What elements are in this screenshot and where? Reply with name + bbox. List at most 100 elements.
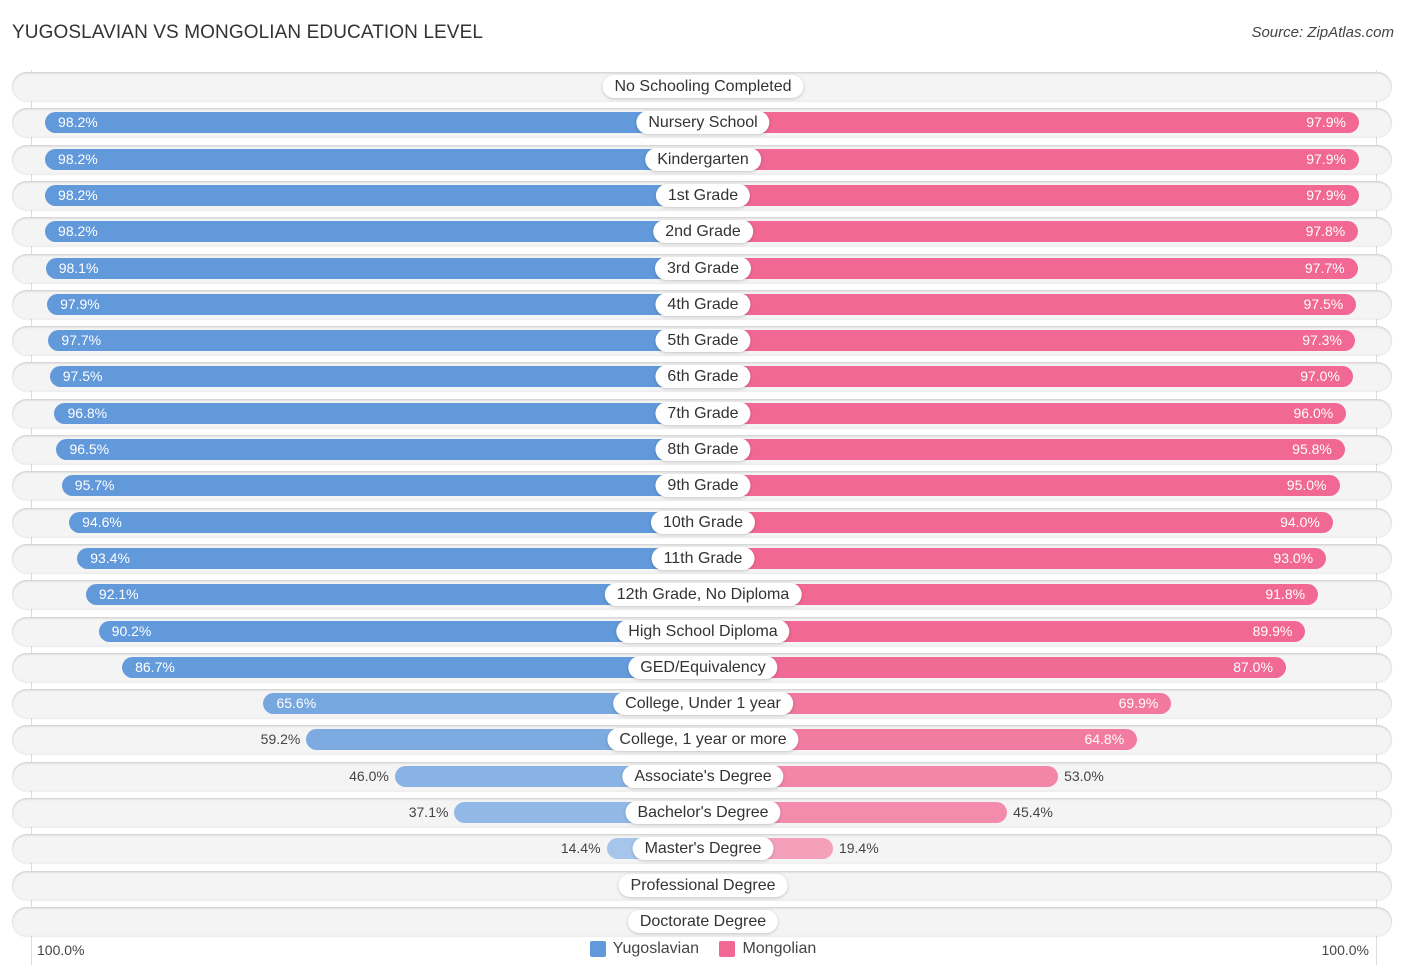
value-label-yugoslavian: 98.1%: [58, 259, 99, 276]
category-label: Associate's Degree: [622, 764, 784, 788]
value-label-mongolian: 91.8%: [1265, 586, 1306, 603]
value-label-mongolian: 97.9%: [1306, 114, 1346, 131]
value-label-yugoslavian: 98.2%: [58, 223, 98, 240]
bar-mongolian[interactable]: [703, 330, 1355, 352]
legend-swatch-yugoslavian: [589, 941, 606, 957]
category-label: GED/Equivalency: [628, 655, 778, 679]
category-label: Bachelor's Degree: [625, 801, 781, 824]
value-label-mongolian: 97.0%: [1300, 368, 1340, 385]
bar-mongolian[interactable]: [703, 293, 1357, 315]
category-label: Kindergarten: [645, 147, 761, 171]
legend: Yugoslavian Mongolian: [0, 940, 1406, 962]
bar-yugoslavian[interactable]: [45, 148, 703, 170]
bar-mongolian[interactable]: [703, 402, 1347, 424]
category-label: No Schooling Completed: [602, 75, 804, 98]
value-label-yugoslavian: 37.1%: [408, 804, 449, 820]
value-label-yugoslavian: 96.5%: [69, 441, 110, 457]
bar-yugoslavian[interactable]: [122, 656, 703, 678]
value-label-mongolian: 97.5%: [1303, 295, 1344, 312]
value-label-mongolian: 97.8%: [1305, 223, 1346, 240]
category-label: 12th Grade, No Diploma: [604, 583, 802, 607]
value-label-yugoslavian: 98.2%: [58, 114, 98, 131]
value-label-yugoslavian: 97.7%: [61, 332, 102, 349]
value-label-mongolian: 97.7%: [1304, 259, 1345, 276]
bar-mongolian[interactable]: [703, 511, 1333, 533]
value-label-mongolian: 53.0%: [1064, 767, 1104, 784]
category-label: Doctorate Degree: [627, 909, 779, 933]
legend-label-yugoslavian: Yugoslavian: [612, 940, 699, 957]
bar-mongolian[interactable]: [703, 112, 1359, 134]
bar-yugoslavian[interactable]: [56, 439, 703, 460]
bar-mongolian[interactable]: [703, 620, 1306, 642]
bar-mongolian[interactable]: [703, 221, 1359, 243]
bar-yugoslavian[interactable]: [69, 511, 703, 533]
value-label-mongolian: 45.4%: [1013, 804, 1053, 820]
value-label-mongolian: 97.9%: [1306, 150, 1346, 167]
bar-mongolian[interactable]: [703, 184, 1359, 206]
bar-yugoslavian[interactable]: [48, 330, 703, 352]
bar-mongolian[interactable]: [703, 366, 1353, 388]
value-label-mongolian: 97.3%: [1302, 332, 1342, 349]
category-label: 2nd Grade: [653, 220, 753, 244]
category-label: 3rd Grade: [654, 256, 752, 280]
category-label: 7th Grade: [655, 401, 751, 425]
category-label: 10th Grade: [650, 510, 756, 534]
bar-yugoslavian[interactable]: [45, 257, 703, 279]
bar-mongolian[interactable]: [703, 475, 1340, 497]
bar-yugoslavian[interactable]: [45, 221, 703, 243]
value-label-mongolian: 64.8%: [1084, 731, 1125, 748]
value-label-mongolian: 69.9%: [1118, 695, 1159, 712]
bar-yugoslavian[interactable]: [47, 293, 703, 315]
value-label-mongolian: 96.0%: [1293, 404, 1334, 421]
bar-yugoslavian[interactable]: [54, 402, 703, 424]
bar-mongolian[interactable]: [703, 148, 1359, 170]
value-label-yugoslavian: 92.1%: [98, 586, 139, 603]
value-label-yugoslavian: 86.7%: [135, 658, 175, 675]
category-label: College, 1 year or more: [607, 728, 799, 752]
value-label-yugoslavian: 98.2%: [58, 186, 98, 203]
value-label-yugoslavian: 94.6%: [82, 513, 122, 530]
bar-yugoslavian[interactable]: [61, 475, 703, 497]
value-label-yugoslavian: 98.2%: [58, 150, 98, 167]
legend-swatch-mongolian: [719, 941, 736, 957]
value-label-mongolian: 19.4%: [838, 840, 879, 857]
value-label-mongolian: 89.9%: [1252, 622, 1293, 639]
value-label-yugoslavian: 14.4%: [560, 840, 601, 857]
value-label-yugoslavian: 93.4%: [90, 549, 130, 566]
value-label-mongolian: 94.0%: [1280, 513, 1320, 530]
value-label-mongolian: 87.0%: [1233, 658, 1273, 675]
value-label-yugoslavian: 46.0%: [349, 767, 389, 784]
category-label: Nursery School: [636, 111, 770, 135]
category-label: 6th Grade: [655, 365, 751, 389]
bar-yugoslavian[interactable]: [45, 184, 703, 206]
bar-mongolian[interactable]: [703, 656, 1286, 678]
category-label: College, Under 1 year: [613, 692, 793, 716]
category-label: 11th Grade: [651, 546, 755, 570]
value-label-yugoslavian: 97.5%: [62, 368, 103, 385]
legend-item-mongolian[interactable]: Mongolian: [719, 940, 816, 958]
value-label-mongolian: 95.0%: [1286, 477, 1327, 494]
category-label: 1st Grade: [655, 183, 751, 207]
chart-title: YUGOSLAVIAN VS MONGOLIAN EDUCATION LEVEL: [12, 22, 484, 43]
value-label-mongolian: 95.8%: [1292, 441, 1332, 457]
value-label-yugoslavian: 96.8%: [67, 404, 108, 421]
bar-mongolian[interactable]: [703, 439, 1345, 460]
bar-yugoslavian[interactable]: [77, 547, 703, 569]
legend-label-mongolian: Mongolian: [742, 940, 817, 957]
value-label-yugoslavian: 97.9%: [60, 295, 100, 312]
category-label: Master's Degree: [632, 837, 774, 861]
value-label-mongolian: 97.9%: [1306, 186, 1346, 203]
value-label-mongolian: 93.0%: [1273, 549, 1314, 566]
category-label: Professional Degree: [618, 873, 788, 897]
bar-mongolian[interactable]: [703, 547, 1327, 569]
category-label: High School Diploma: [616, 619, 790, 643]
value-label-yugoslavian: 95.7%: [74, 477, 115, 494]
bar-yugoslavian[interactable]: [49, 366, 703, 388]
bar-yugoslavian[interactable]: [45, 112, 703, 134]
value-label-yugoslavian: 90.2%: [111, 622, 152, 639]
category-label: 5th Grade: [655, 329, 751, 353]
bar-mongolian[interactable]: [703, 257, 1358, 279]
value-label-yugoslavian: 65.6%: [276, 695, 317, 712]
bar-yugoslavian[interactable]: [98, 620, 703, 642]
legend-item-yugoslavian[interactable]: Yugoslavian: [589, 940, 699, 958]
